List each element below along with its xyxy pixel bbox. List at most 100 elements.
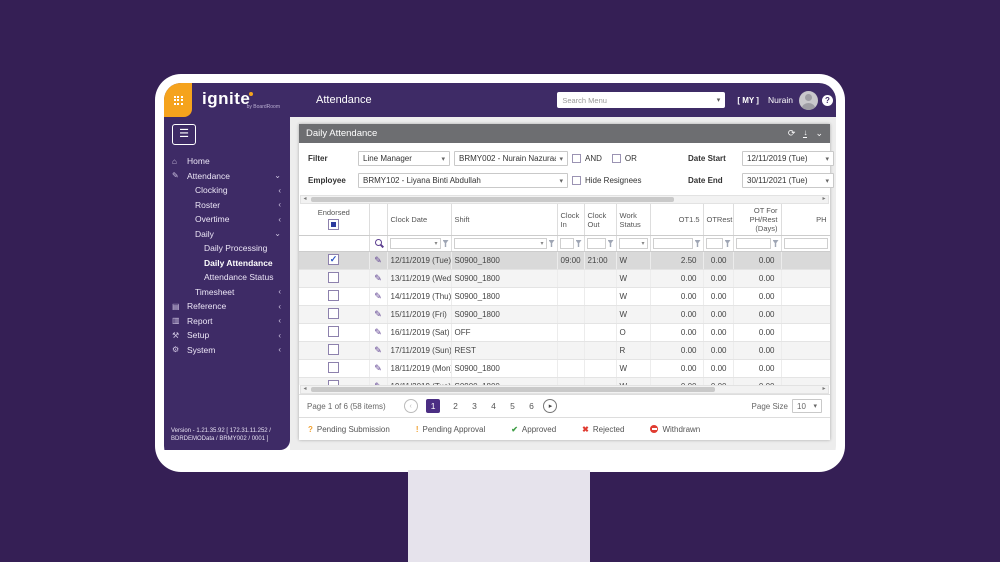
prev-page-button[interactable]: ‹ [404,399,418,413]
minus-circle-icon [650,425,658,433]
hide-resignees-checkbox[interactable] [572,176,581,185]
filter-funnel-icon[interactable] [695,240,701,247]
edit-pencil-icon[interactable]: ✎ [374,255,382,265]
horizontal-scrollbar-top[interactable]: ◂ ▸ [300,195,829,204]
avatar[interactable] [799,91,818,110]
horizontal-scrollbar-bottom[interactable]: ◂ ▸ [300,385,829,394]
column-filter-input[interactable] [784,238,828,249]
export-icon[interactable]: ↓ [803,129,807,138]
sidebar-item-attendance[interactable]: ✎Attendance⌄ [164,169,290,184]
column-filter-input[interactable] [587,238,606,249]
filter-funnel-icon[interactable] [576,240,582,247]
scrollbar-thumb[interactable] [311,197,674,202]
sidebar-item-clocking[interactable]: Clocking‹ [164,183,290,198]
locale-selector[interactable]: [ MY ] [737,96,759,105]
column-filter-select[interactable]: ▾ [454,238,547,249]
endorsed-checkbox[interactable] [328,272,339,283]
legend-item-pending-submission: ?Pending Submission [308,425,390,434]
sidebar-item-daily[interactable]: Daily⌄ [164,227,290,242]
search-menu-input[interactable]: Search Menu ▾ [557,92,725,108]
page-button-6[interactable]: 6 [527,401,535,411]
edit-pencil-icon[interactable]: ✎ [374,363,382,373]
or-checkbox[interactable] [612,154,621,163]
column-filter-input[interactable] [653,238,693,249]
column-header-edit[interactable] [369,204,387,236]
page-button-5[interactable]: 5 [508,401,516,411]
sidebar-item-reference[interactable]: ▤Reference‹ [164,299,290,314]
filter-funnel-icon[interactable] [443,240,449,247]
collapse-chevron-icon[interactable]: ⌄ [815,128,823,139]
column-filter-input[interactable] [560,238,574,249]
date-end-select[interactable]: 30/11/2021 (Tue) ▾ [742,173,834,188]
scroll-left-icon[interactable]: ◂ [301,196,309,203]
filter-value-select[interactable]: BRMY002 - Nurain Nazuraa Bi ▾ [454,151,568,166]
page-button-2[interactable]: 2 [451,401,459,411]
column-filter-select[interactable]: ▾ [619,238,648,249]
filter-funnel-icon[interactable] [773,240,779,247]
sidebar-item-daily-processing[interactable]: Daily Processing [164,241,290,256]
column-header-shift[interactable]: Shift [451,204,557,236]
clock-in-cell: 09:00 [557,252,584,270]
column-header-ph[interactable]: PH [781,204,830,236]
edit-pencil-icon[interactable]: ✎ [374,309,382,319]
column-header-endorsed[interactable]: Endorsed [299,204,369,236]
search-icon[interactable] [375,239,382,246]
and-checkbox[interactable] [572,154,581,163]
filter-funnel-icon[interactable] [549,240,555,247]
column-filter-select[interactable]: ▾ [390,238,441,249]
page-size-select[interactable]: 10 ▾ [792,399,822,413]
page-button-4[interactable]: 4 [489,401,497,411]
sidebar-item-report[interactable]: ▥Report‹ [164,314,290,329]
edit-pencil-icon[interactable]: ✎ [374,273,382,283]
sidebar-item-daily-attendance[interactable]: Daily Attendance [164,256,290,271]
scroll-right-icon[interactable]: ▸ [820,386,828,393]
refresh-icon[interactable]: ⟳ [788,128,796,139]
sidebar-item-overtime[interactable]: Overtime‹ [164,212,290,227]
filter-funnel-icon[interactable] [725,240,731,247]
sidebar-item-system[interactable]: ⚙System‹ [164,343,290,358]
column-header-ot-for-ph-rest-days[interactable]: OT For PH/Rest (Days) [733,204,781,236]
column-filter-input[interactable] [736,238,771,249]
select-all-checkbox[interactable] [328,219,339,230]
filter-type-select[interactable]: Line Manager ▾ [358,151,450,166]
sidebar-item-roster[interactable]: Roster‹ [164,198,290,213]
endorsed-checkbox[interactable] [328,344,339,355]
page-button-3[interactable]: 3 [470,401,478,411]
sidebar-item-home[interactable]: ⌂Home [164,154,290,169]
next-page-button[interactable]: ▸ [543,399,557,413]
help-icon[interactable]: ? [822,95,833,106]
shift-cell: S0900_1800 [451,270,557,288]
endorsed-checkbox[interactable] [328,326,339,337]
scroll-left-icon[interactable]: ◂ [301,386,309,393]
column-header-clock-out[interactable]: Clock Out [584,204,616,236]
column-header-work-status[interactable]: Work Status [616,204,650,236]
column-filter-input[interactable] [706,238,723,249]
endorsed-checkbox[interactable] [328,308,339,319]
sidebar-item-timesheet[interactable]: Timesheet‹ [164,285,290,300]
scroll-right-icon[interactable]: ▸ [820,196,828,203]
app-launcher-button[interactable] [164,83,192,117]
endorsed-checkbox[interactable] [328,362,339,373]
column-header-clock-in[interactable]: Clock In [557,204,584,236]
column-header-ot1-5[interactable]: OT1.5 [650,204,703,236]
date-start-select[interactable]: 12/11/2019 (Tue) ▾ [742,151,834,166]
endorsed-checkbox[interactable] [328,380,339,385]
endorsed-checkbox[interactable] [328,254,339,265]
filter-funnel-icon[interactable] [608,240,614,247]
sidebar-item-attendance-status[interactable]: Attendance Status [164,270,290,285]
page-button-1[interactable]: 1 [426,399,441,413]
brand-logo[interactable]: ignite by BoardRoom [202,91,294,110]
edit-pencil-icon[interactable]: ✎ [374,291,382,301]
employee-select[interactable]: BRMY102 - Liyana Binti Abdullah ▾ [358,173,568,188]
sidebar-item-setup[interactable]: ⚒Setup‹ [164,328,290,343]
edit-pencil-icon[interactable]: ✎ [374,345,382,355]
endorsed-cell [299,252,369,270]
scrollbar-thumb[interactable] [311,387,715,392]
endorsed-checkbox[interactable] [328,290,339,301]
edit-pencil-icon[interactable]: ✎ [374,327,382,337]
ot15-cell: 0.00 [650,324,703,342]
clock-date-cell: 14/11/2019 (Thu) [387,288,451,306]
hamburger-menu-button[interactable]: ☰ [172,124,196,145]
column-header-clock-date[interactable]: Clock Date [387,204,451,236]
column-header-otrest[interactable]: OTRest [703,204,733,236]
